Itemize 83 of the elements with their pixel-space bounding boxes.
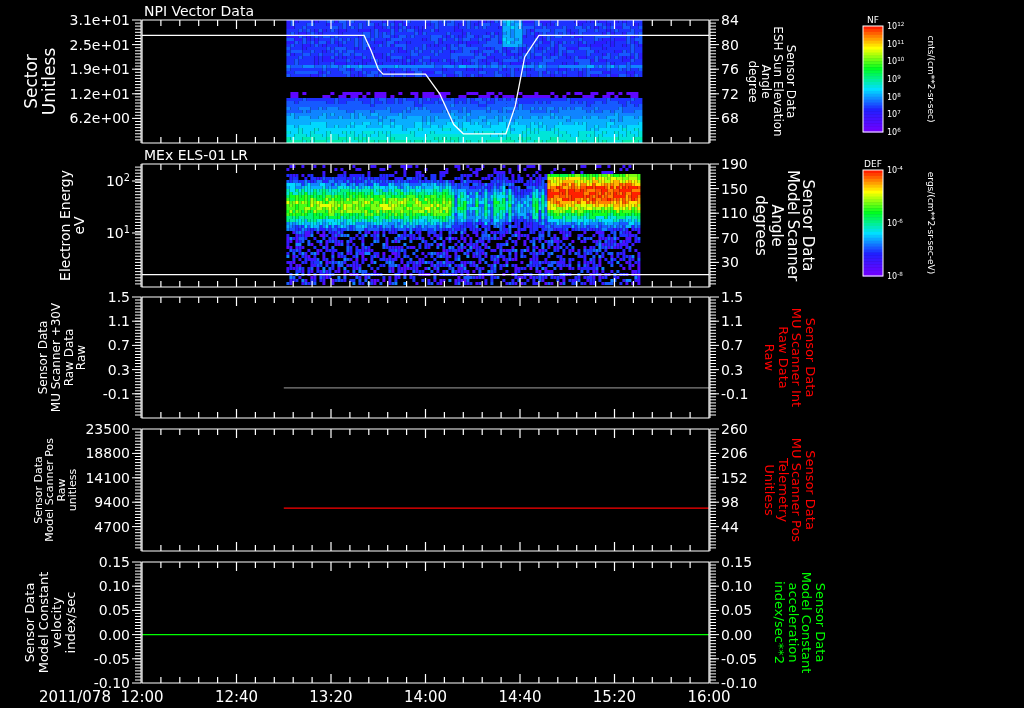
scale-title: DEF (864, 159, 882, 169)
time-label: 15:20 (592, 688, 637, 706)
tick-label: 0.7 (721, 337, 744, 354)
panel-title: MEx ELS-01 LR (144, 147, 249, 163)
tick-label: 98 (721, 494, 739, 511)
scale-label: 10$^{12}$ (887, 21, 905, 31)
tick-label: 72 (721, 85, 739, 102)
tick-label: 0.00 (98, 626, 130, 643)
tick-label: 150 (721, 180, 748, 197)
tick-label: 10$^{1}$ (105, 223, 130, 241)
axis-title: Electron Energy eV (56, 170, 88, 281)
axis-title: Sensor Data Model Constant acceleration index/sec**2 (771, 571, 828, 674)
axis-title: Sensor Data MU Scanner +30V Raw Data Raw (36, 302, 89, 413)
axis-title: Sensor Data MU Scanner Int Raw Data Raw (761, 307, 818, 408)
tick-label: 14100 (85, 469, 130, 486)
tick-label: 1.5 (721, 289, 744, 305)
tick-label: 80 (721, 36, 739, 53)
scale-label: 10$^{-4}$ (887, 165, 903, 175)
tick-label: 44 (721, 518, 739, 535)
tick-label: 1.1 (107, 313, 130, 330)
tick-label: 0.05 (721, 602, 753, 619)
axis-title: Sector Unitless (21, 47, 59, 116)
tick-label: 30 (721, 254, 739, 271)
tick-label: 0.15 (721, 554, 753, 570)
tick-label: 152 (721, 469, 748, 486)
tick-label: 70 (721, 229, 739, 246)
time-label: 16:00 (687, 688, 731, 706)
time-label: 13:20 (309, 688, 353, 706)
tick-label: 190 (721, 156, 748, 172)
tick-label: -0.1 (102, 385, 130, 402)
tick-label: -0.05 (721, 650, 758, 667)
scale-label: 10$^{-6}$ (887, 218, 903, 228)
tick-label: -0.10 (93, 675, 130, 691)
tick-label: 1.9e+01 (69, 61, 130, 78)
scale-label: 10$^{-8}$ (887, 271, 903, 281)
time-label: 14:00 (403, 688, 448, 706)
tick-label: 0.05 (98, 602, 130, 619)
scale-label: 10$^{8}$ (887, 91, 901, 102)
tick-label: -0.05 (93, 650, 130, 667)
tick-label: 23500 (85, 421, 130, 437)
tick-label: 68 (721, 110, 739, 127)
tick-label: 6.2e+00 (69, 110, 130, 127)
units-label: cnts/(cm**2-sr-sec) (926, 35, 936, 123)
tick-label: 0.7 (107, 337, 130, 354)
tick-label: 110 (721, 205, 748, 222)
tick-label: 0.00 (721, 626, 753, 643)
units-label: ergs/(cm**2-sr-sec-eV) (926, 171, 936, 275)
scale-label: 10$^{11}$ (887, 38, 905, 49)
scale-label: 10$^{6}$ (887, 127, 901, 137)
tick-label: 76 (721, 61, 739, 78)
tick-label: -0.1 (721, 385, 749, 402)
time-label: 12:40 (214, 688, 259, 706)
tick-label: 18800 (85, 445, 130, 462)
tick-label: 206 (721, 445, 748, 462)
panel-title: NPI Vector Data (144, 3, 254, 19)
tick-label: 3.1e+01 (69, 12, 130, 28)
scale-label: 10$^{10}$ (887, 56, 905, 67)
tick-label: 9400 (94, 494, 130, 511)
tick-label: -0.10 (721, 675, 758, 691)
axis-title: Sensor Data Model Constant velocity index/sec (22, 571, 79, 674)
tick-label: 2.5e+01 (69, 36, 130, 53)
scale-label: 10$^{9}$ (887, 74, 901, 84)
tick-label: 4700 (94, 518, 130, 535)
tick-label: 0.15 (98, 554, 130, 570)
tick-label: 1.1 (721, 313, 744, 330)
tick-label: 260 (721, 421, 748, 437)
tick-label: 0.3 (107, 361, 130, 378)
axis-title: Sensor Data ESH Sun Elevation Angle degree (745, 26, 798, 137)
tick-label: 0.10 (98, 578, 130, 595)
axis-title: Sensor Data Model Scanner Angle degrees (752, 169, 818, 282)
tick-label: 84 (721, 12, 739, 28)
time-label: 12:00 (120, 688, 164, 706)
date-label: 2011/078 (39, 688, 111, 706)
tick-label: 10$^{2}$ (105, 171, 130, 189)
time-label: 14:40 (498, 688, 542, 706)
scale-title: NF (867, 15, 879, 25)
axis-title: Sensor Data MU Scanner Pos Telemetry Unitless (761, 437, 818, 543)
tick-label: 0.10 (721, 578, 753, 595)
tick-label: 0.3 (721, 361, 744, 378)
axis-title: Sensor Data Model Scanner Pos Raw unitless (31, 438, 80, 542)
tick-label: 1.2e+01 (69, 85, 130, 102)
scale-label: 10$^{7}$ (887, 109, 901, 120)
tick-label: 1.5 (107, 289, 130, 305)
